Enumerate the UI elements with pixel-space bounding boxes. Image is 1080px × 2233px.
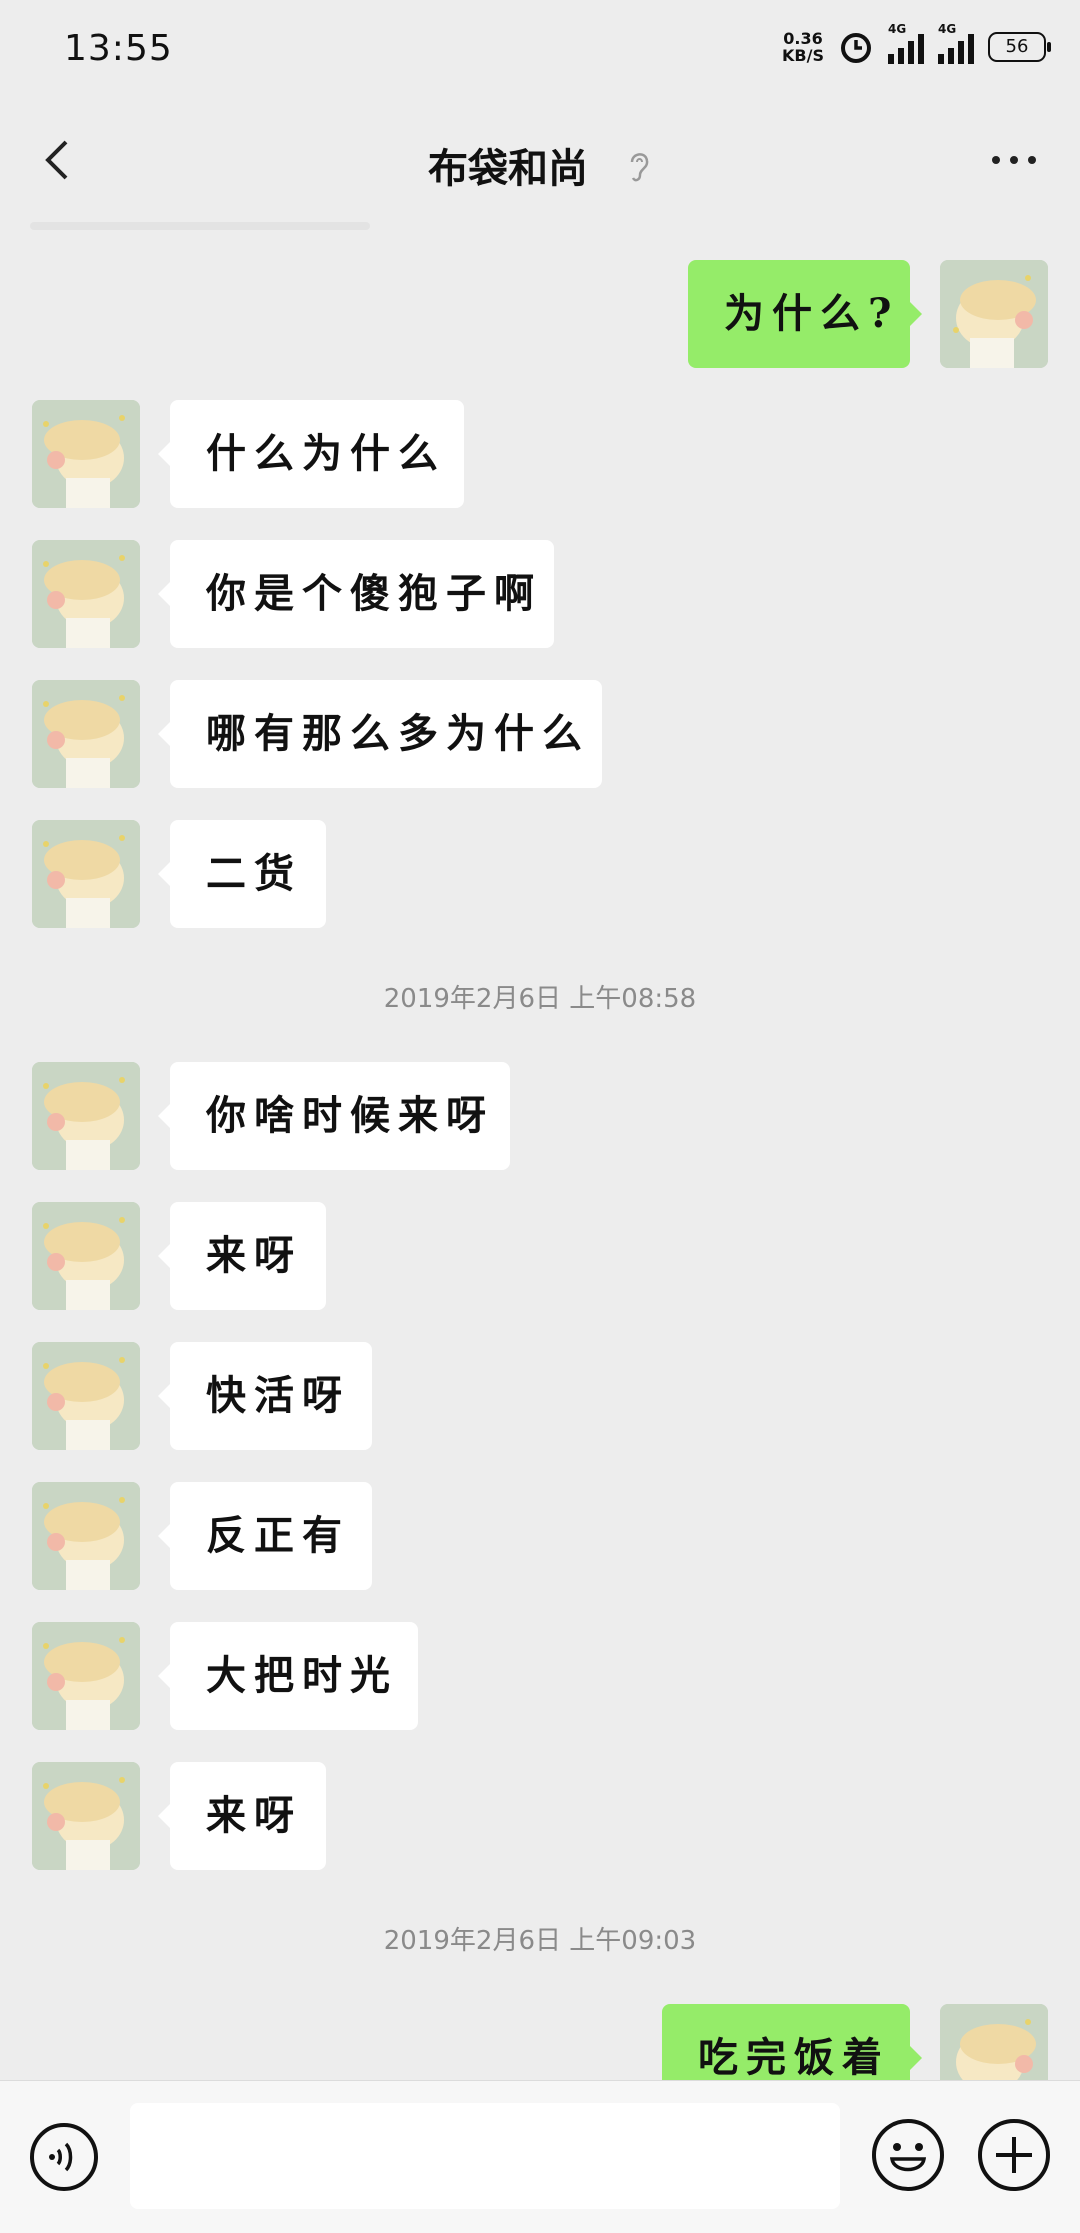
avatar-contact[interactable] [32, 1762, 140, 1870]
message-input[interactable] [130, 2103, 840, 2209]
avatar-contact[interactable] [32, 1342, 140, 1450]
net-speed: 0.36 KB/S [782, 30, 824, 64]
message-bubble[interactable]: 哪有那么多为什么 [158, 680, 602, 788]
more-dots-icon[interactable] [984, 145, 1044, 175]
avatar-contact[interactable] [32, 1202, 140, 1310]
status-time: 13:55 [64, 28, 173, 69]
message-bubble[interactable]: 来呀 [158, 1202, 326, 1310]
avatar-contact[interactable] [32, 1062, 140, 1170]
emoji-icon[interactable] [870, 2117, 946, 2193]
signal-2-label: 4G [938, 22, 957, 36]
avatar-contact[interactable] [32, 820, 140, 928]
signal-1-icon: 4G [888, 22, 924, 64]
message-bubble[interactable]: 快活呀 [158, 1342, 372, 1450]
plus-icon[interactable] [976, 2117, 1052, 2193]
voice-input-icon[interactable] [28, 2121, 100, 2193]
message-bubble[interactable]: 什么为什么 [158, 400, 464, 508]
signal-2-icon: 4G [938, 22, 974, 64]
chat-header: 布袋和尚 [0, 100, 1080, 225]
avatar-contact[interactable] [32, 1622, 140, 1730]
message-bubble[interactable]: 为什么? [688, 260, 922, 368]
chat-title-text: 布袋和尚 [428, 146, 589, 192]
status-bar: 13:55 0.36 KB/S 4G 4G 56 [0, 0, 1080, 100]
avatar-contact[interactable] [32, 680, 140, 788]
battery-icon: 56 [988, 32, 1051, 62]
avatar-contact[interactable] [32, 540, 140, 648]
signal-1-label: 4G [888, 22, 907, 36]
message-bubble[interactable]: 来呀 [158, 1762, 326, 1870]
alarm-clock-icon [841, 33, 871, 63]
avatar-self[interactable] [940, 2004, 1048, 2080]
message-bubble[interactable]: 反正有 [158, 1482, 372, 1590]
scroll-fade [30, 222, 370, 230]
net-speed-unit: KB/S [782, 46, 824, 65]
timestamp: 2019年2月6日 上午08:58 [383, 984, 697, 1014]
avatar-contact[interactable] [32, 1482, 140, 1590]
status-icons: 0.36 KB/S 4G 4G 56 [782, 22, 1051, 70]
avatar-self[interactable] [940, 260, 1048, 368]
message-bubble[interactable]: 你是个傻狍子啊 [158, 540, 554, 648]
input-bar [0, 2080, 1080, 2233]
message-bubble[interactable]: 大把时光 [158, 1622, 418, 1730]
chat-title: 布袋和尚 [0, 136, 1080, 194]
net-speed-value: 0.36 [783, 29, 823, 48]
avatar-contact[interactable] [32, 400, 140, 508]
message-bubble[interactable]: 吃完饭着 [662, 2004, 922, 2081]
ear-icon [630, 153, 649, 182]
timestamp: 2019年2月6日 上午09:03 [383, 1926, 697, 1956]
message-bubble[interactable]: 二货 [158, 820, 326, 928]
message-bubble[interactable]: 你啥时候来呀 [158, 1062, 510, 1170]
